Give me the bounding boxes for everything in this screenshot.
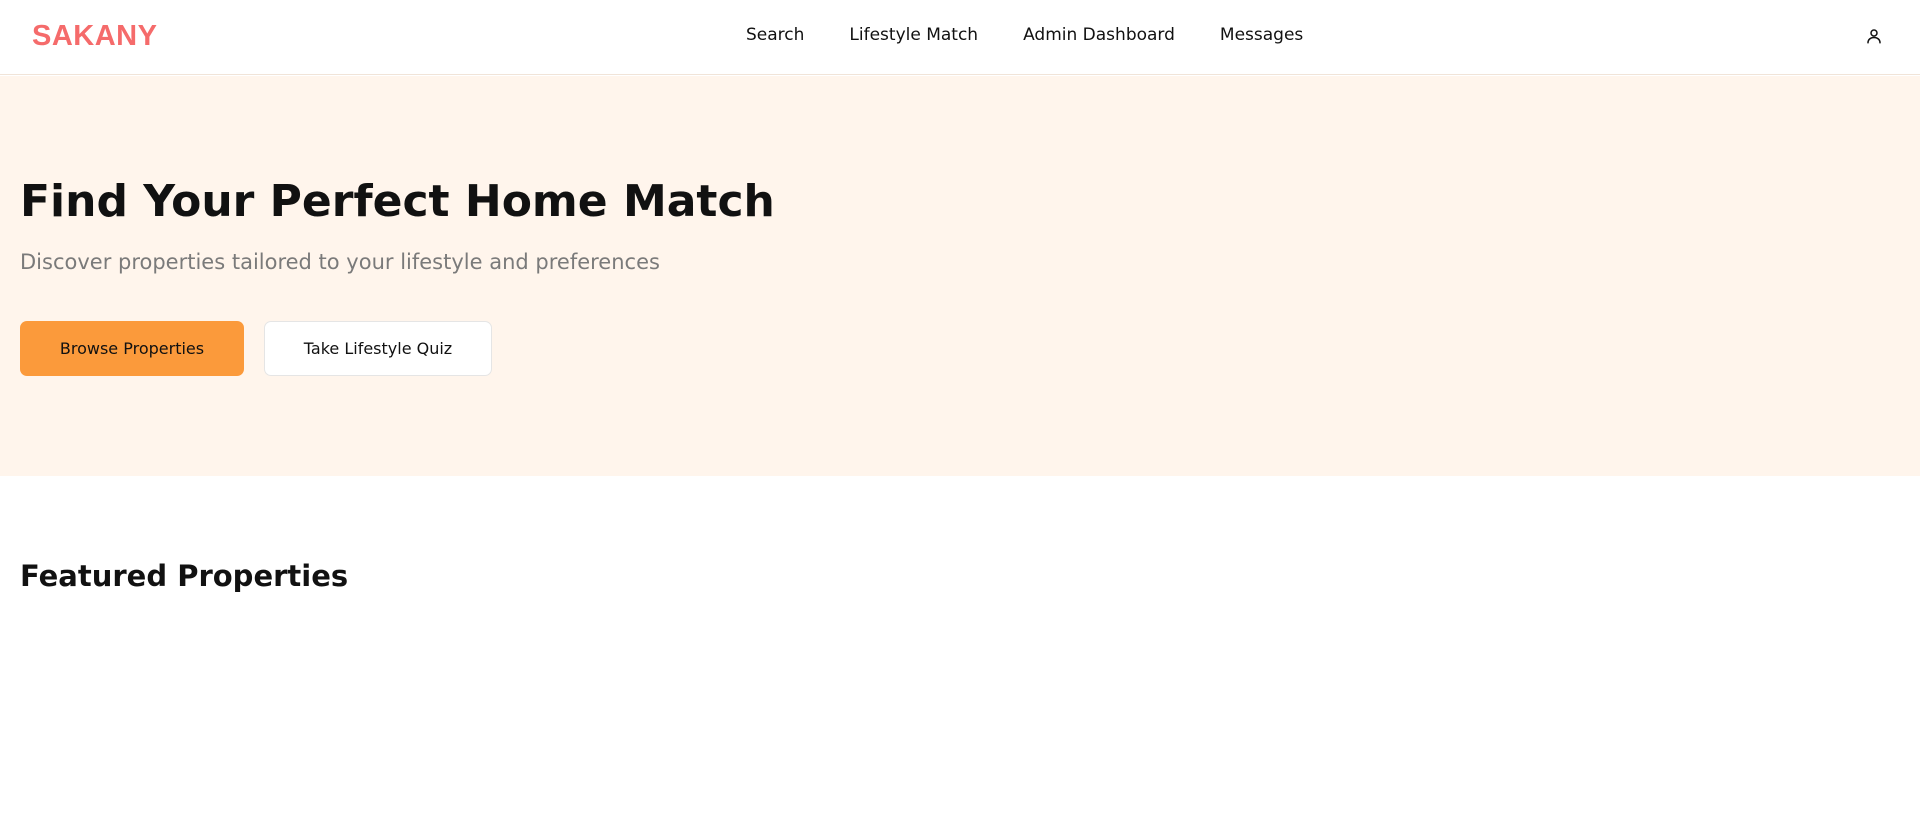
hero-section: Find Your Perfect Home Match Discover pr… <box>0 76 1920 476</box>
nav-link-admin-dashboard[interactable]: Admin Dashboard <box>1023 25 1175 45</box>
user-icon <box>1867 29 1881 44</box>
featured-properties-title: Featured Properties <box>20 559 349 593</box>
user-account-button[interactable] <box>1862 24 1886 48</box>
browse-properties-button[interactable]: Browse Properties <box>20 321 244 376</box>
logo[interactable]: SAKANY <box>32 20 157 53</box>
nav-link-messages[interactable]: Messages <box>1220 25 1303 45</box>
hero-title: Find Your Perfect Home Match <box>20 176 775 227</box>
nav-link-lifestyle-match[interactable]: Lifestyle Match <box>849 25 978 45</box>
take-lifestyle-quiz-button[interactable]: Take Lifestyle Quiz <box>264 321 492 376</box>
top-navbar: SAKANY Search Lifestyle Match Admin Dash… <box>0 0 1920 75</box>
hero-subtitle: Discover properties tailored to your lif… <box>20 250 660 274</box>
nav-link-search[interactable]: Search <box>746 25 804 45</box>
main-nav: Search Lifestyle Match Admin Dashboard M… <box>746 25 1348 45</box>
